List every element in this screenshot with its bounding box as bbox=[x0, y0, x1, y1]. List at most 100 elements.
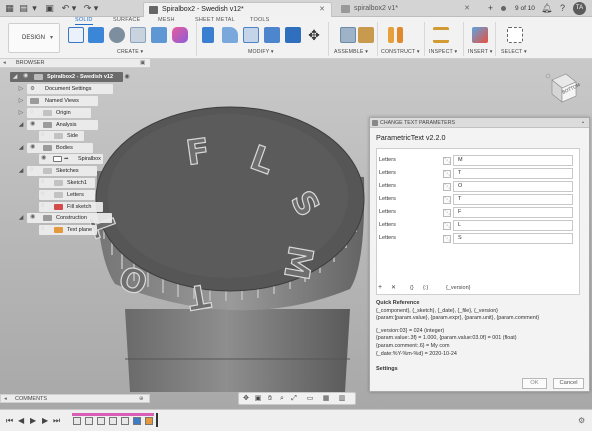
visibility-eye-icon[interactable]: ◌ bbox=[41, 179, 49, 186]
box-icon[interactable] bbox=[151, 27, 167, 43]
select-sketch-text-icon[interactable]: ⋱ bbox=[443, 222, 451, 230]
expand-arrow-icon[interactable]: ▷ bbox=[18, 108, 24, 118]
help-icon[interactable]: ? bbox=[557, 3, 568, 14]
measure-icon[interactable] bbox=[433, 27, 449, 43]
joint-icon[interactable] bbox=[358, 27, 374, 43]
user-avatar[interactable]: TA bbox=[573, 2, 586, 15]
cancel-button[interactable]: Cancel bbox=[553, 378, 584, 389]
pan-hand-icon[interactable]: ✋︎ bbox=[265, 394, 275, 404]
comments-add-icon[interactable]: ⊕ bbox=[139, 395, 144, 403]
browser-pin-icon[interactable]: ▣ bbox=[140, 59, 145, 68]
text-value-input[interactable]: O bbox=[453, 181, 573, 192]
redo-dropdown-icon[interactable]: ▾ bbox=[93, 3, 99, 14]
radio-active-icon[interactable]: ◉ bbox=[124, 72, 130, 82]
dropdown-chevron-icon[interactable]: ▾ bbox=[31, 3, 38, 14]
visibility-eye-icon[interactable]: ◉ bbox=[30, 121, 38, 128]
browser-item-construction[interactable]: ◢ ◉ Construction bbox=[18, 213, 128, 223]
collapse-chevron-icon[interactable]: ◂ bbox=[3, 59, 6, 68]
group-construct[interactable]: CONSTRUCT ▾ bbox=[381, 49, 420, 55]
file-icon[interactable]: ▤ bbox=[18, 3, 29, 14]
select-sketch-text-icon[interactable]: ⋱ bbox=[443, 170, 451, 178]
viewports-icon[interactable]: ▥ bbox=[337, 394, 347, 404]
tab-sheet-metal[interactable]: SHEET METAL bbox=[195, 17, 235, 23]
select-icon[interactable] bbox=[507, 27, 523, 43]
combine-icon[interactable] bbox=[264, 27, 280, 43]
collapse-arrow-icon[interactable]: ◢ bbox=[18, 143, 24, 153]
checkbox-icon[interactable] bbox=[53, 156, 62, 162]
redo-icon[interactable]: ↷ bbox=[82, 3, 93, 14]
step-back-icon[interactable]: ◀ bbox=[18, 416, 24, 425]
zoom-icon[interactable]: ⌕ bbox=[277, 394, 287, 404]
visibility-eye-icon[interactable]: ◌ bbox=[41, 191, 49, 198]
tab-inactive-document[interactable]: spiralbox2 v1* ✕ bbox=[336, 2, 476, 17]
comments-panel[interactable]: ◂ COMMENTS ⊕ bbox=[0, 394, 150, 403]
expand-arrow-icon[interactable]: ▷ bbox=[18, 96, 24, 106]
new-component-icon[interactable] bbox=[340, 27, 356, 43]
browser-item-sketch1[interactable]: ◌ Sketch1 bbox=[30, 178, 120, 188]
create-sketch-icon[interactable] bbox=[68, 27, 84, 43]
table-row[interactable]: Letters ⋱ F bbox=[377, 207, 581, 219]
notifications-bell-icon[interactable]: 🔔︎ bbox=[541, 3, 552, 14]
timeline-settings-gear-icon[interactable]: ⚙ bbox=[578, 416, 585, 425]
close-dialog-icon[interactable]: ▪ bbox=[582, 118, 584, 128]
text-value-input[interactable]: L bbox=[453, 220, 573, 231]
select-sketch-text-icon[interactable]: ⋱ bbox=[443, 235, 451, 243]
visibility-eye-icon[interactable]: ◌ bbox=[41, 132, 49, 139]
browser-item-text-plane[interactable]: ◌ Text plane bbox=[30, 225, 120, 235]
timeline-feature[interactable] bbox=[109, 417, 117, 425]
collapse-arrow-icon[interactable]: ◢ bbox=[18, 120, 24, 130]
timeline-feature[interactable] bbox=[145, 417, 153, 425]
look-at-icon[interactable]: ▣ bbox=[253, 394, 263, 404]
table-row[interactable]: Letters ⋱ L bbox=[377, 220, 581, 232]
visibility-eye-icon[interactable]: ◉ bbox=[30, 214, 38, 221]
browser-item-analysis[interactable]: ◢ ◉ Analysis bbox=[18, 120, 128, 130]
timeline-feature[interactable] bbox=[73, 417, 81, 425]
view-cube[interactable]: BOTTOM bbox=[544, 70, 582, 106]
browser-item-side[interactable]: ◌ Side bbox=[30, 131, 110, 141]
fit-icon[interactable]: ⤢ bbox=[289, 394, 299, 404]
table-row[interactable]: Letters ⋱ O bbox=[377, 181, 581, 193]
ok-button[interactable]: OK bbox=[522, 378, 547, 389]
timeline-feature[interactable] bbox=[121, 417, 129, 425]
tab-mesh[interactable]: MESH bbox=[158, 17, 175, 23]
group-modify[interactable]: MODIFY ▾ bbox=[248, 49, 274, 55]
text-value-input[interactable]: S bbox=[453, 233, 573, 244]
group-assemble[interactable]: ASSEMBLE ▾ bbox=[334, 49, 368, 55]
text-value-input[interactable]: M bbox=[453, 155, 573, 166]
text-value-input[interactable]: F bbox=[453, 207, 573, 218]
close-tab-icon[interactable]: ✕ bbox=[319, 3, 325, 17]
browser-item-spiralbox[interactable]: ◉ ➦ Spiralbox bbox=[30, 154, 120, 164]
insert-braces-button[interactable]: {} bbox=[410, 285, 414, 291]
grid-settings-icon[interactable]: ▦ bbox=[321, 394, 331, 404]
group-create[interactable]: CREATE ▾ bbox=[117, 49, 143, 55]
visibility-eye-icon[interactable]: ◌ bbox=[41, 226, 49, 233]
move-icon[interactable]: ✥ bbox=[306, 27, 322, 43]
expand-arrow-icon[interactable]: ◢ bbox=[12, 72, 18, 82]
expand-arrow-icon[interactable]: ▷ bbox=[18, 84, 24, 94]
hole-icon[interactable] bbox=[130, 27, 146, 43]
timeline-feature[interactable] bbox=[97, 417, 105, 425]
timeline-marker[interactable] bbox=[156, 413, 158, 427]
insert-version-button[interactable]: {_version} bbox=[446, 285, 470, 291]
select-sketch-text-icon[interactable]: ⋱ bbox=[443, 196, 451, 204]
tab-solid[interactable]: SOLID bbox=[75, 17, 93, 25]
workspace-selector[interactable]: DESIGN ▾ bbox=[8, 23, 60, 53]
revolve-icon[interactable] bbox=[109, 27, 125, 43]
collapse-arrow-icon[interactable]: ◢ bbox=[18, 213, 24, 223]
table-row[interactable]: Letters ⋱ T bbox=[377, 168, 581, 180]
insert-image-icon[interactable] bbox=[472, 27, 488, 43]
visibility-eye-icon[interactable]: ◌ bbox=[30, 167, 38, 174]
play-icon[interactable]: ▶ bbox=[30, 416, 36, 425]
display-settings-icon[interactable]: ▭ bbox=[305, 394, 315, 404]
press-pull-icon[interactable] bbox=[202, 27, 214, 43]
chamfer-icon[interactable] bbox=[243, 27, 259, 43]
shell-icon[interactable] bbox=[285, 27, 301, 43]
browser-panel-header[interactable]: ◂ BROWSER ▣ bbox=[0, 59, 150, 68]
text-value-input[interactable]: T bbox=[453, 168, 573, 179]
visibility-eye-icon[interactable]: ◉ bbox=[30, 144, 38, 151]
timeline-feature[interactable] bbox=[85, 417, 93, 425]
group-inspect[interactable]: INSPECT ▾ bbox=[429, 49, 457, 55]
undo-icon[interactable]: ↶ bbox=[60, 3, 71, 14]
tab-tools[interactable]: TOOLS bbox=[250, 17, 270, 23]
visibility-eye-icon[interactable]: ◉ bbox=[41, 155, 49, 162]
